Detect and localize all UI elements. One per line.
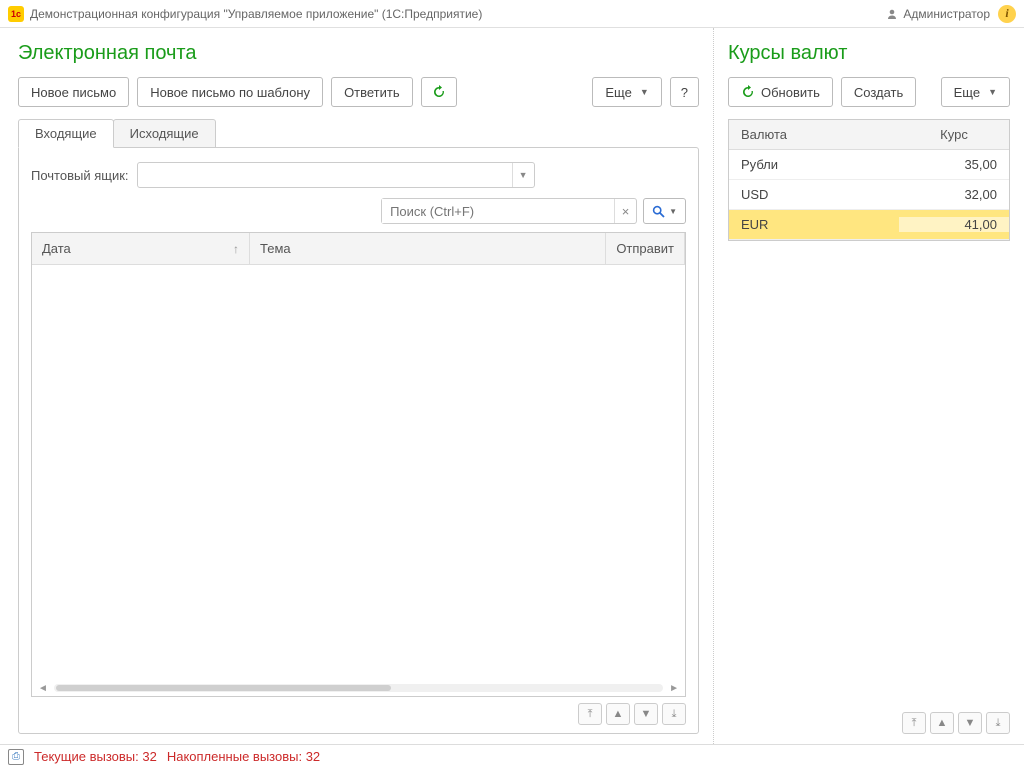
status-bar: ⎙ Текущие вызовы: 32 Накопленные вызовы:… (0, 744, 1024, 768)
search-input[interactable] (382, 199, 614, 223)
rates-toolbar: Обновить Создать Еще▼ (728, 77, 1010, 107)
email-pane: Электронная почта Новое письмо Новое пис… (0, 28, 714, 744)
column-sender[interactable]: Отправит (606, 233, 685, 264)
reply-button[interactable]: Ответить (331, 77, 413, 107)
refresh-button[interactable] (421, 77, 457, 107)
scroll-right-icon[interactable]: ► (669, 683, 679, 694)
email-grid: Дата ↑ Тема Отправит ◄ ► (31, 232, 686, 697)
table-row[interactable]: Рубли 35,00 (729, 150, 1009, 180)
nav-first-button[interactable]: ⤒ (902, 712, 926, 734)
email-title: Электронная почта (18, 42, 699, 65)
email-more-button[interactable]: Еще▼ (592, 77, 661, 107)
app-logo-icon: 1c (8, 6, 24, 22)
chevron-down-icon: ▼ (640, 87, 649, 97)
sort-asc-icon: ↑ (233, 242, 239, 256)
cell-currency: EUR (729, 217, 899, 232)
chevron-down-icon[interactable]: ▼ (512, 163, 534, 187)
rates-refresh-button[interactable]: Обновить (728, 77, 833, 107)
rates-table-header: Валюта Курс (729, 120, 1009, 150)
cell-currency: Рубли (729, 157, 899, 172)
cell-rate: 35,00 (899, 157, 1009, 172)
mailbox-select[interactable]: ▼ (137, 162, 535, 188)
rates-table: Валюта Курс Рубли 35,00 USD 32,00 EUR 41… (728, 119, 1010, 241)
cell-currency: USD (729, 187, 899, 202)
nav-up-button[interactable]: ▲ (930, 712, 954, 734)
column-currency[interactable]: Валюта (729, 127, 899, 142)
tab-outbox[interactable]: Исходящие (113, 119, 216, 148)
hscrollbar[interactable] (54, 684, 663, 692)
chevron-down-icon: ▼ (988, 87, 997, 97)
rates-more-button[interactable]: Еще▼ (941, 77, 1010, 107)
email-toolbar: Новое письмо Новое письмо по шаблону Отв… (18, 77, 699, 107)
email-grid-header: Дата ↑ Тема Отправит (32, 233, 685, 265)
app-title: Демонстрационная конфигурация "Управляем… (30, 7, 482, 21)
search-button[interactable]: ▼ (643, 198, 686, 224)
cell-rate: 32,00 (899, 187, 1009, 202)
mailbox-label: Почтовый ящик: (31, 168, 129, 183)
refresh-icon (741, 85, 755, 99)
nav-up-button[interactable]: ▲ (606, 703, 630, 725)
user-name[interactable]: Администратор (903, 7, 990, 21)
hscroll-thumb[interactable] (56, 685, 391, 691)
email-tab-body: Почтовый ящик: ▼ × ▼ (18, 147, 699, 734)
tab-inbox[interactable]: Входящие (18, 119, 114, 148)
nav-last-button[interactable]: ⤓ (986, 712, 1010, 734)
nav-down-button[interactable]: ▼ (958, 712, 982, 734)
rates-pane: Курсы валют Обновить Создать Еще▼ Валюта… (714, 28, 1024, 744)
nav-first-button[interactable]: ⤒ (578, 703, 602, 725)
app-header: 1c Демонстрационная конфигурация "Управл… (0, 0, 1024, 28)
nav-last-button[interactable]: ⤓ (662, 703, 686, 725)
email-nav-buttons: ⤒ ▲ ▼ ⤓ (31, 703, 686, 725)
nav-down-button[interactable]: ▼ (634, 703, 658, 725)
column-subject[interactable]: Тема (250, 233, 606, 264)
new-mail-button[interactable]: Новое письмо (18, 77, 129, 107)
status-accum-calls: Накопленные вызовы: 32 (167, 749, 320, 764)
help-button[interactable]: ? (670, 77, 699, 107)
email-tabs: Входящие Исходящие (18, 119, 699, 148)
user-icon (885, 7, 899, 21)
cell-rate: 41,00 (899, 217, 1009, 232)
status-current-calls: Текущие вызовы: 32 (34, 749, 157, 764)
rates-create-button[interactable]: Создать (841, 77, 916, 107)
search-input-wrap: × (381, 198, 637, 224)
table-row[interactable]: EUR 41,00 (729, 210, 1009, 240)
chevron-down-icon: ▼ (669, 207, 677, 216)
column-rate[interactable]: Курс (899, 127, 1009, 142)
email-grid-body[interactable] (32, 265, 685, 680)
scroll-left-icon[interactable]: ◄ (38, 683, 48, 694)
rates-title: Курсы валют (728, 42, 1010, 65)
column-date[interactable]: Дата ↑ (32, 233, 250, 264)
clear-search-button[interactable]: × (614, 199, 636, 223)
rates-nav-buttons: ⤒ ▲ ▼ ⤓ (728, 712, 1010, 734)
refresh-icon (432, 85, 446, 99)
new-mail-template-button[interactable]: Новое письмо по шаблону (137, 77, 323, 107)
table-row[interactable]: USD 32,00 (729, 180, 1009, 210)
performance-icon[interactable]: ⎙ (8, 749, 24, 765)
search-icon (652, 205, 665, 218)
info-icon[interactable]: i (998, 5, 1016, 23)
